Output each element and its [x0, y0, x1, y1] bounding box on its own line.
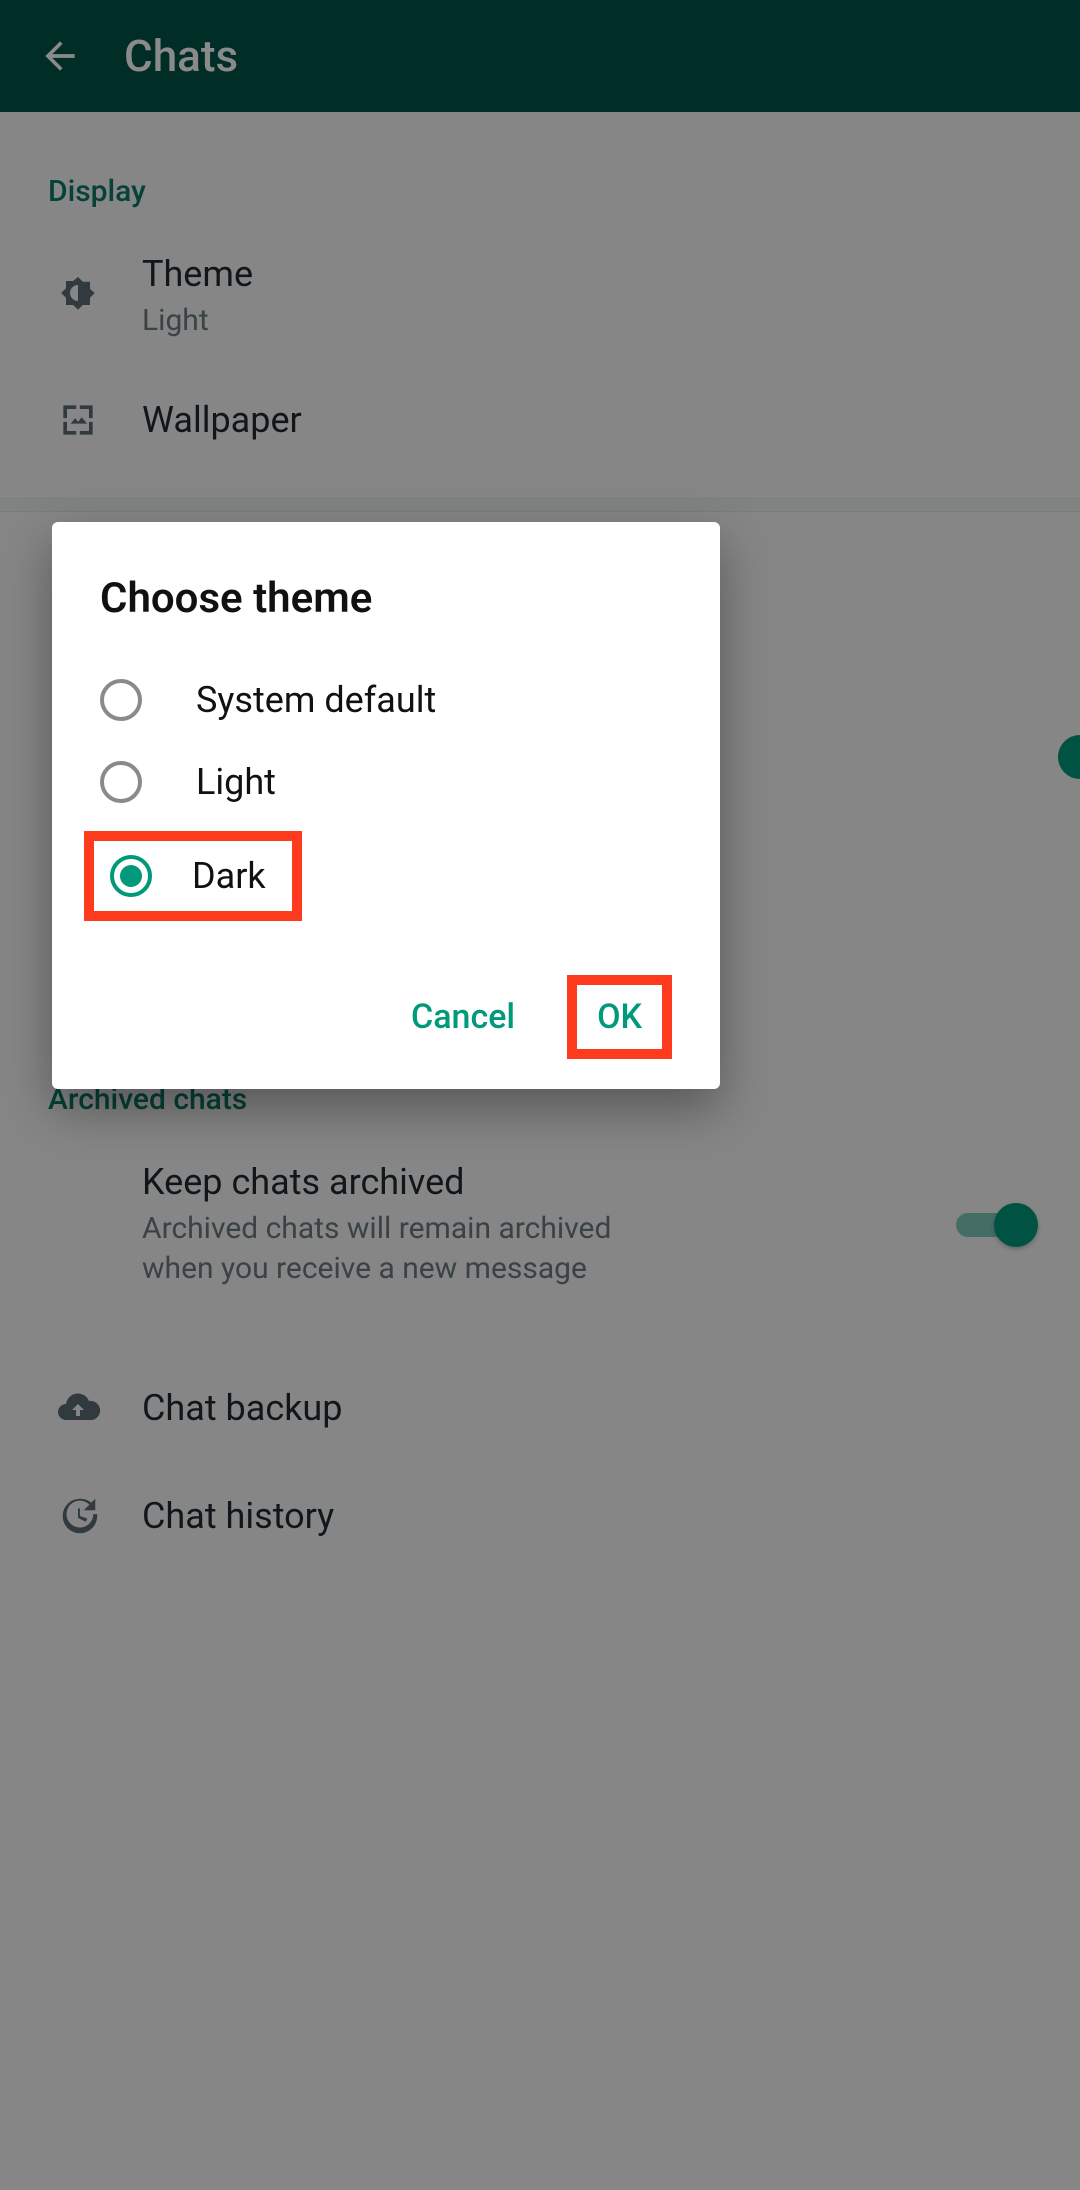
cancel-button[interactable]: Cancel	[393, 983, 533, 1051]
radio-icon	[100, 679, 142, 721]
theme-option-label: Dark	[192, 855, 266, 897]
dialog-choose-theme: Choose theme System default Light Dark C…	[52, 522, 720, 1089]
theme-option-system-default[interactable]: System default	[100, 659, 672, 741]
theme-option-label: Light	[196, 761, 276, 803]
theme-option-dark[interactable]: Dark	[84, 831, 302, 921]
modal-scrim[interactable]	[0, 0, 1080, 2190]
radio-icon	[100, 761, 142, 803]
theme-option-light[interactable]: Light	[100, 741, 672, 823]
ok-button[interactable]: OK	[567, 975, 672, 1059]
radio-icon	[110, 855, 152, 897]
theme-option-label: System default	[196, 679, 436, 721]
dialog-title: Choose theme	[100, 574, 672, 623]
